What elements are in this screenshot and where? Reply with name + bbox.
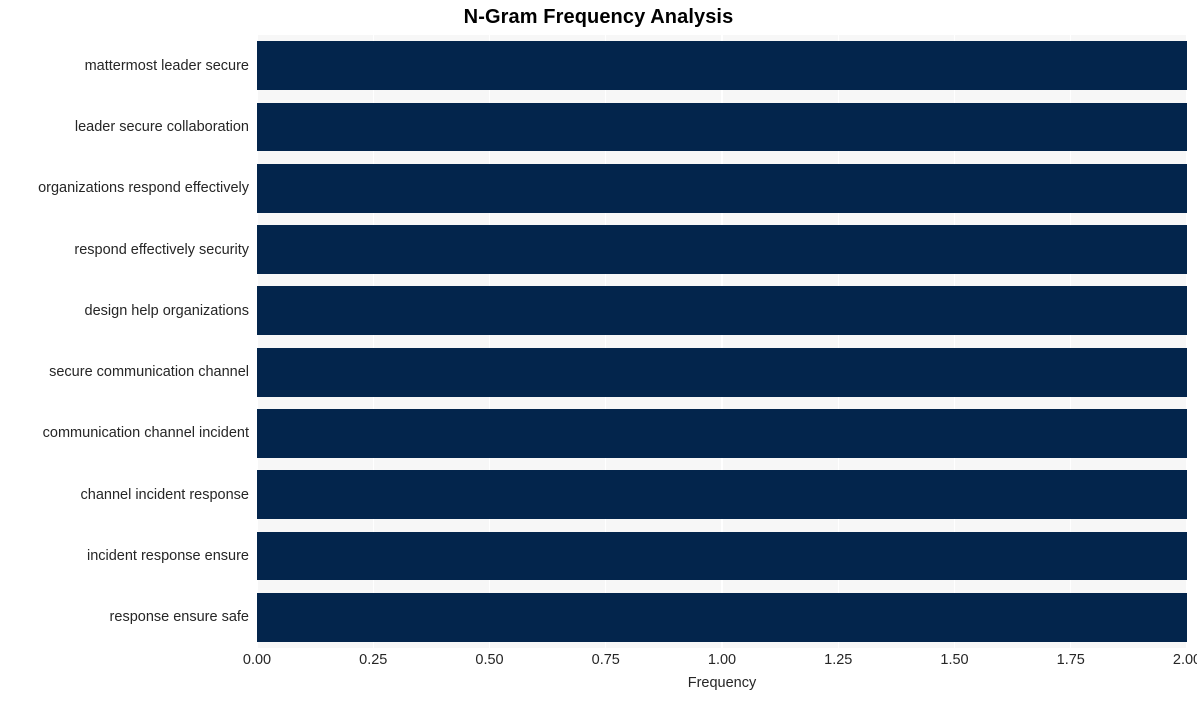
y-axis-tick-label: incident response ensure xyxy=(86,548,249,565)
bar[interactable] xyxy=(257,286,1187,336)
x-axis-tick-label: 0.00 xyxy=(242,652,272,668)
x-axis-tick-label: 1.50 xyxy=(940,652,969,668)
bar[interactable] xyxy=(257,592,1187,642)
x-axis-tick-label: 1.00 xyxy=(707,652,737,668)
bar[interactable] xyxy=(257,409,1187,458)
chart-figure: N-Gram Frequency Analysis mattermost lea… xyxy=(0,0,1197,701)
y-axis-tick-label: channel incident response xyxy=(80,486,249,503)
y-axis-tick-label: communication channel incident xyxy=(42,425,249,442)
y-axis-tick-label: organizations respond effectively xyxy=(38,180,249,197)
y-axis-tick-label: mattermost leader secure xyxy=(84,57,249,74)
x-axis-tick-label: 1.75 xyxy=(1056,652,1085,668)
bar-row[interactable] xyxy=(257,531,1187,581)
y-axis-tick-label: respond effectively security xyxy=(74,241,249,258)
bar[interactable] xyxy=(257,225,1187,274)
bar[interactable] xyxy=(257,531,1187,581)
x-axis-title: Frequency xyxy=(687,675,757,691)
y-axis-tick-labels: mattermost leader secure leader secure co… xyxy=(0,35,249,648)
bar[interactable] xyxy=(257,347,1187,397)
x-axis-tick-label: 0.50 xyxy=(475,652,504,668)
bar-row[interactable] xyxy=(257,470,1187,520)
bar[interactable] xyxy=(257,470,1187,520)
bar-row[interactable] xyxy=(257,102,1187,152)
bar[interactable] xyxy=(257,41,1187,90)
bars-layer xyxy=(257,35,1187,648)
x-axis-tick-label: 0.75 xyxy=(591,652,620,668)
bar[interactable] xyxy=(257,163,1187,213)
x-axis-tick-label: 2.00 xyxy=(1172,652,1197,668)
x-axis-tick-label: 0.25 xyxy=(359,652,388,668)
bar[interactable] xyxy=(257,102,1187,152)
bar-row[interactable] xyxy=(257,225,1187,274)
y-axis-tick-label: leader secure collaboration xyxy=(74,118,249,135)
y-axis-tick-label: secure communication channel xyxy=(49,364,249,381)
x-axis-tick-labels: 0.00 0.25 0.50 0.75 1.00 1.25 1.50 1.75 2.00 xyxy=(0,652,1197,674)
y-axis-tick-label: design help organizations xyxy=(84,302,249,319)
y-axis-tick-label: response ensure safe xyxy=(109,609,249,626)
bar-row[interactable] xyxy=(257,409,1187,458)
bar-row[interactable] xyxy=(257,592,1187,642)
bar-row[interactable] xyxy=(257,347,1187,397)
bar-row[interactable] xyxy=(257,41,1187,90)
x-axis-tick-label: 1.25 xyxy=(824,652,853,668)
bar-row[interactable] xyxy=(257,286,1187,336)
chart-title: N-Gram Frequency Analysis xyxy=(463,6,734,28)
bar-row[interactable] xyxy=(257,163,1187,213)
plot-area xyxy=(256,35,1188,648)
